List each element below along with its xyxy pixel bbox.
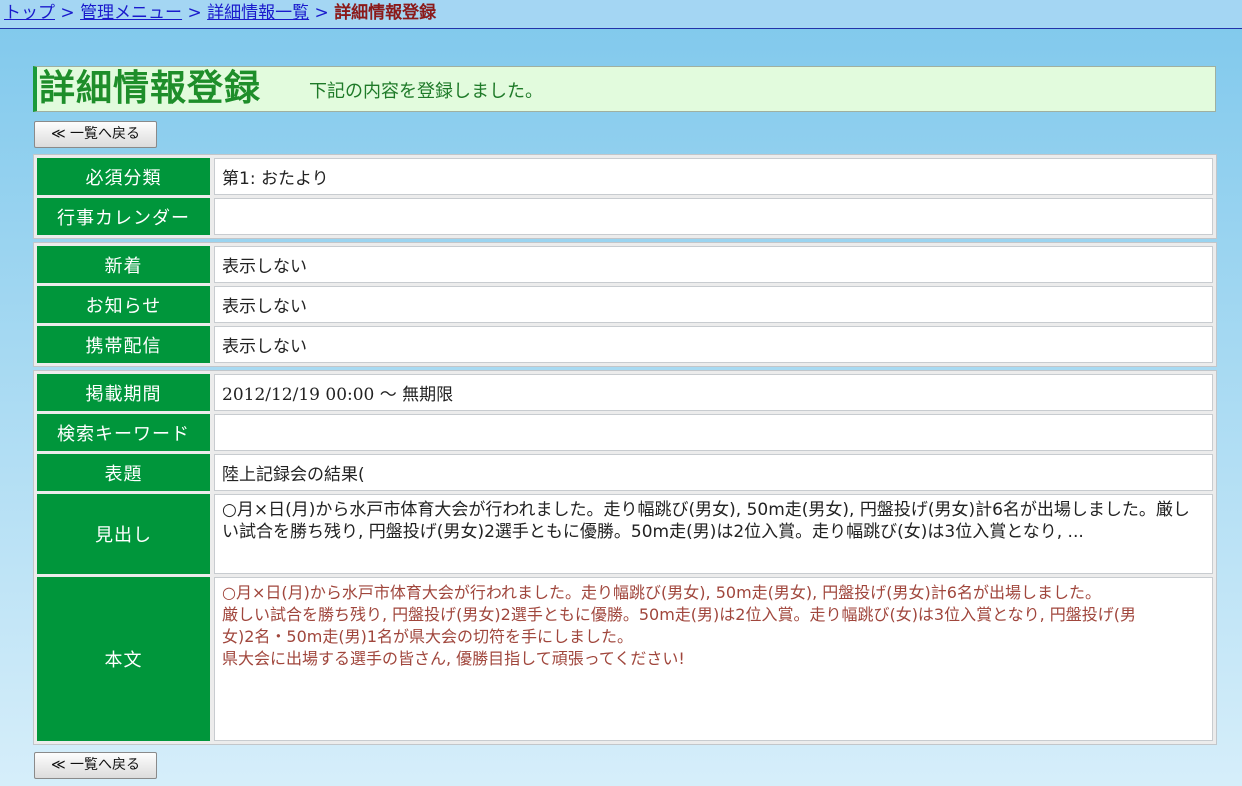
field-label: 見出し xyxy=(37,494,210,574)
breadcrumb-separator: > xyxy=(187,3,202,23)
field-value-new-arrivals: 表示しない xyxy=(214,246,1213,283)
breadcrumb-separator: > xyxy=(60,3,75,23)
field-label: 表題 xyxy=(37,454,210,491)
field-row-period: 掲載期間 2012/12/19 00:00 〜 無期限 xyxy=(37,374,1213,411)
display-group: 新着 表示しない お知らせ 表示しない 携帯配信 表示しない xyxy=(33,242,1217,367)
field-row-summary: 見出し ○月×日(月)から水戸市体育大会が行われました。走り幅跳び(男女), 5… xyxy=(37,494,1213,574)
body-line: ○月×日(月)から水戸市体育大会が行われました。走り幅跳び(男女), 50m走(… xyxy=(222,583,1101,602)
status-message: 下記の内容を登録しました。 xyxy=(309,81,543,102)
field-value-period: 2012/12/19 00:00 〜 無期限 xyxy=(214,374,1213,411)
breadcrumb: トップ > 管理メニュー > 詳細情報一覧 > 詳細情報登録 xyxy=(0,0,1242,29)
field-row-mobile: 携帯配信 表示しない xyxy=(37,326,1213,363)
field-row-new-arrivals: 新着 表示しない xyxy=(37,246,1213,283)
breadcrumb-current: 詳細情報登録 xyxy=(334,3,437,23)
field-label: 新着 xyxy=(37,246,210,283)
field-row-keyword: 検索キーワード xyxy=(37,414,1213,451)
breadcrumb-separator: > xyxy=(314,3,329,23)
breadcrumb-link-detail-list[interactable]: 詳細情報一覧 xyxy=(207,3,309,23)
field-label: 必須分類 xyxy=(37,158,210,195)
field-row-body: 本文 ○月×日(月)から水戸市体育大会が行われました。走り幅跳び(男女), 50… xyxy=(37,577,1213,741)
field-row-event-calendar: 行事カレンダー xyxy=(37,198,1213,235)
field-row-notice: お知らせ 表示しない xyxy=(37,286,1213,323)
breadcrumb-link-admin-menu[interactable]: 管理メニュー xyxy=(80,3,182,23)
field-value-headline: 陸上記録会の結果( xyxy=(214,454,1213,491)
page-header: 詳細情報登録 下記の内容を登録しました。 xyxy=(33,66,1216,112)
field-value-summary: ○月×日(月)から水戸市体育大会が行われました。走り幅跳び(男女), 50m走(… xyxy=(214,494,1213,574)
field-value-body: ○月×日(月)から水戸市体育大会が行われました。走り幅跳び(男女), 50m走(… xyxy=(214,577,1213,741)
field-value-mobile: 表示しない xyxy=(214,326,1213,363)
field-value-notice: 表示しない xyxy=(214,286,1213,323)
breadcrumb-link-top[interactable]: トップ xyxy=(4,3,55,23)
field-label: お知らせ xyxy=(37,286,210,323)
back-to-list-button-top[interactable]: ≪ 一覧へ戻る xyxy=(34,121,157,148)
field-value-keyword xyxy=(214,414,1213,451)
field-label: 行事カレンダー xyxy=(37,198,210,235)
field-row-headline: 表題 陸上記録会の結果( xyxy=(37,454,1213,491)
field-label: 検索キーワード xyxy=(37,414,210,451)
content-group: 掲載期間 2012/12/19 00:00 〜 無期限 検索キーワード 表題 陸… xyxy=(33,370,1217,745)
field-value-event-calendar xyxy=(214,198,1213,235)
field-label: 携帯配信 xyxy=(37,326,210,363)
body-line: 厳しい試合を勝ち残り, 円盤投げ(男女)2選手ともに優勝。50m走(男)は2位入… xyxy=(222,605,1137,624)
field-value-required-category: 第1: おたより xyxy=(214,158,1213,195)
field-label: 本文 xyxy=(37,577,210,741)
body-line: 県大会に出場する選手の皆さん, 優勝目指して頑張ってください! xyxy=(222,649,685,668)
field-label: 掲載期間 xyxy=(37,374,210,411)
field-row-required-category: 必須分類 第1: おたより xyxy=(37,158,1213,195)
page-title: 詳細情報登録 xyxy=(39,68,262,109)
body-line: 女)2名・50m走(男)1名が県大会の切符を手にしました。 xyxy=(222,627,634,646)
back-to-list-button-bottom[interactable]: ≪ 一覧へ戻る xyxy=(34,752,157,779)
category-group: 必須分類 第1: おたより 行事カレンダー xyxy=(33,154,1217,239)
